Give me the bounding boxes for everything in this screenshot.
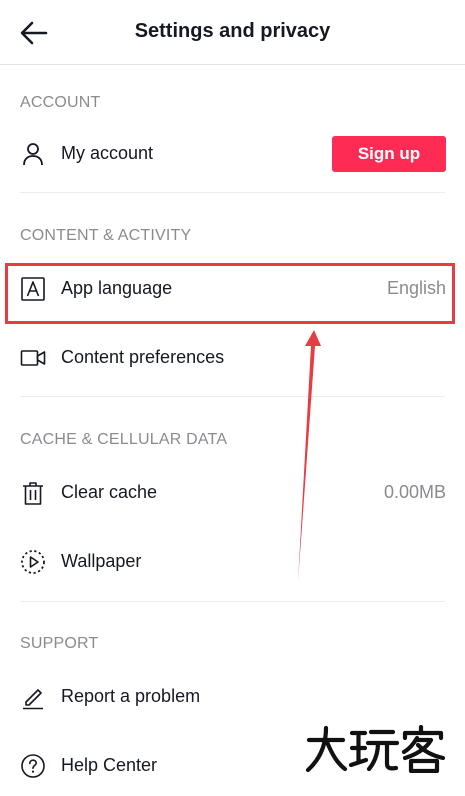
play-circle-icon: [20, 549, 46, 575]
clear-cache-label: Clear cache: [61, 482, 158, 502]
clear-cache-value: 0.00MB: [383, 482, 446, 502]
section-title-account: ACCOUNT: [20, 94, 101, 111]
app-language-value: English: [386, 278, 446, 298]
my-account-label: My account: [61, 143, 154, 163]
section-title-cache: CACHE & CELLULAR DATA: [20, 431, 228, 448]
sign-up-button[interactable]: Sign up: [332, 136, 446, 172]
wallpaper-label: Wallpaper: [61, 551, 142, 571]
top-bar: Settings and privacy: [0, 0, 465, 65]
divider: [20, 192, 445, 193]
wallpaper-row[interactable]: Wallpaper: [0, 532, 465, 592]
report-problem-row[interactable]: Report a problem: [0, 667, 465, 727]
pencil-icon: [20, 684, 46, 710]
divider: [20, 396, 445, 397]
person-icon: [20, 141, 46, 167]
clear-cache-row[interactable]: Clear cache 0.00MB: [0, 463, 465, 523]
divider: [20, 601, 445, 602]
report-problem-label: Report a problem: [61, 686, 201, 706]
app-language-row[interactable]: App language English: [0, 259, 465, 319]
content-preferences-label: Content preferences: [61, 347, 225, 367]
trash-icon: [20, 480, 46, 506]
section-title-support: SUPPORT: [20, 635, 99, 652]
section-title-content-activity: CONTENT & ACTIVITY: [20, 227, 192, 244]
question-circle-icon: [20, 753, 46, 779]
content-preferences-row[interactable]: Content preferences: [0, 328, 465, 388]
help-center-label: Help Center: [61, 755, 158, 775]
video-camera-icon: [20, 345, 46, 371]
page-title: Settings and privacy: [134, 20, 331, 42]
watermark-logo: [305, 725, 445, 773]
app-language-label: App language: [61, 278, 173, 298]
language-a-icon: [20, 276, 46, 302]
